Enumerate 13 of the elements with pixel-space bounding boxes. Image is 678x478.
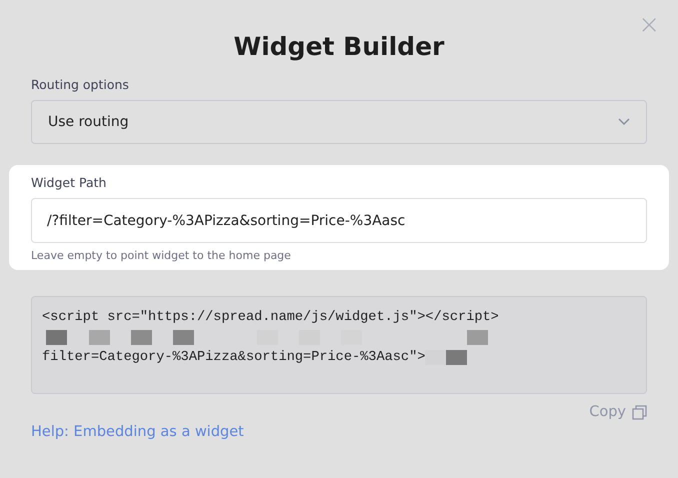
help-link[interactable]: Help: Embedding as a widget [31,424,244,440]
field-hint: Leave empty to point widget to the home page [31,249,291,262]
copy-button[interactable]: Copy [589,404,647,420]
chevron-down-icon [618,118,630,126]
routing-select[interactable]: Use routing [31,100,647,144]
code-line: <script src="https://spread.name/js/widget.js"></script> [42,310,499,324]
close-button[interactable]: × [638,14,660,36]
field-label: Routing options [31,77,129,92]
path-input[interactable]: /?filter=Category-%3APizza&sorting=Price-%3Aasc [31,198,647,243]
copy-icon [632,404,647,420]
dialog-title: Widget Builder [234,32,444,61]
code-line: filter=Category-%3APizza&sorting=Price-%3Aasc"> [42,350,426,364]
field-label: Widget Path [31,175,106,190]
